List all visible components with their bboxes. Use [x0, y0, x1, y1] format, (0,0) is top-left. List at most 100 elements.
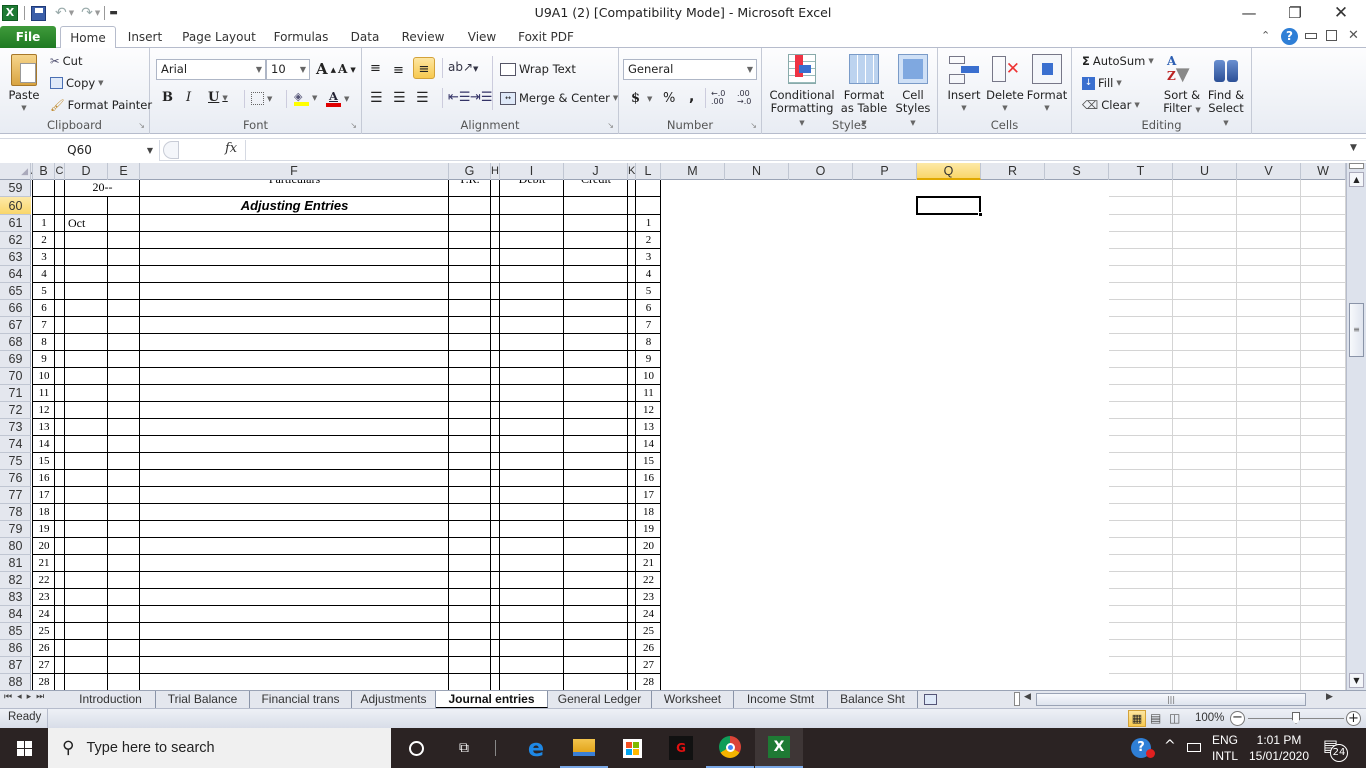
column-header-m[interactable]: M: [661, 163, 725, 180]
row-header-73[interactable]: 73: [0, 419, 31, 436]
column-header-o[interactable]: O: [789, 163, 853, 180]
column-header-r[interactable]: R: [981, 163, 1045, 180]
sheet-tab-balance-sht[interactable]: Balance Sht: [828, 691, 918, 708]
sheet-tab-income-stmt[interactable]: Income Stmt: [734, 691, 828, 708]
increase-indent-icon[interactable]: ⇥☰: [470, 90, 493, 105]
tab-foxit-pdf[interactable]: Foxit PDF: [515, 26, 577, 48]
wrap-text-button[interactable]: Wrap Text: [500, 62, 576, 76]
row-header-81[interactable]: 81: [0, 555, 31, 572]
file-explorer-icon[interactable]: [560, 728, 608, 768]
align-bottom-icon[interactable]: ≡: [413, 57, 435, 79]
tab-insert[interactable]: Insert: [122, 26, 168, 48]
scroll-thumb[interactable]: ≡: [1349, 303, 1364, 357]
tab-review[interactable]: Review: [398, 26, 448, 48]
sheet-tab-adjustments[interactable]: Adjustments: [352, 691, 436, 708]
sheet-tab-general-ledger[interactable]: General Ledger: [548, 691, 652, 708]
sheet-tab-financial-trans[interactable]: Financial trans: [250, 691, 352, 708]
expand-formula-bar-icon[interactable]: ▼: [1350, 143, 1357, 153]
column-header-i[interactable]: I: [500, 163, 564, 180]
battery-icon[interactable]: [1187, 743, 1201, 752]
cut-button[interactable]: ✂ Cut: [50, 54, 82, 68]
tab-page-layout[interactable]: Page Layout: [180, 26, 258, 48]
minimize-ribbon-icon[interactable]: ⌃: [1261, 29, 1270, 42]
clock[interactable]: 1:01 PM 15/01/2020: [1248, 732, 1310, 764]
align-middle-icon[interactable]: ≡: [393, 63, 404, 78]
font-size-combo[interactable]: 10 ▼: [266, 59, 310, 80]
minimize-button[interactable]: —: [1226, 0, 1272, 26]
worksheet-grid[interactable]: 20-- ParticularsP.R. DebitCredit Adjusting …: [31, 180, 1346, 690]
align-top-icon[interactable]: ≡: [370, 61, 381, 76]
row-header-88[interactable]: 88: [0, 674, 31, 691]
zoom-out-icon[interactable]: −: [1230, 711, 1245, 726]
workbook-close-icon[interactable]: ✕: [1348, 28, 1359, 43]
windows-start-button[interactable]: [0, 728, 48, 768]
insert-cells-button[interactable]: Insert ▼: [944, 54, 984, 115]
bold-button[interactable]: B: [162, 90, 173, 105]
scroll-down-icon[interactable]: ▼: [1349, 673, 1364, 688]
scroll-right-icon[interactable]: ▶: [1326, 692, 1333, 702]
column-header-g[interactable]: G: [449, 163, 491, 180]
task-view-icon[interactable]: ⧉: [440, 728, 488, 768]
dialog-launcher-icon[interactable]: ↘: [350, 121, 357, 130]
restore-button[interactable]: ❐: [1272, 0, 1318, 26]
column-header-p[interactable]: P: [853, 163, 917, 180]
zoom-level[interactable]: 100%: [1195, 712, 1224, 724]
column-header-t[interactable]: T: [1109, 163, 1173, 180]
workbook-restore-icon[interactable]: [1326, 30, 1337, 41]
tab-view[interactable]: View: [462, 26, 502, 48]
column-header-n[interactable]: N: [725, 163, 789, 180]
sheet-tab-journal-entries[interactable]: Journal entries: [436, 691, 548, 708]
scroll-left-icon[interactable]: ◀: [1024, 692, 1031, 702]
taskbar-search-box[interactable]: ⚲ Type here to search: [48, 728, 391, 768]
sheet-tab-trial-balance[interactable]: Trial Balance: [156, 691, 250, 708]
language-indicator[interactable]: ENG INTL: [1212, 732, 1238, 764]
edge-browser-icon[interactable]: e: [512, 728, 560, 768]
column-header-j[interactable]: J: [564, 163, 628, 180]
row-header-65[interactable]: 65: [0, 283, 31, 300]
row-header-85[interactable]: 85: [0, 623, 31, 640]
name-box[interactable]: Q60 ▼: [0, 140, 160, 161]
font-color-button[interactable]: A ▼: [326, 90, 349, 107]
select-all-button[interactable]: ◢: [0, 163, 31, 180]
column-header-v[interactable]: V: [1237, 163, 1301, 180]
scroll-up-icon[interactable]: ▲: [1349, 172, 1364, 187]
fill-handle[interactable]: [978, 212, 983, 217]
shrink-font-button[interactable]: A ▼: [338, 62, 356, 76]
row-header-87[interactable]: 87: [0, 657, 31, 674]
row-header-59[interactable]: 59: [0, 180, 31, 197]
format-painter-button[interactable]: 🖌 Format Painter: [50, 98, 152, 112]
decrease-indent-icon[interactable]: ⇤☰: [448, 90, 471, 105]
tab-split-handle[interactable]: [1014, 692, 1020, 706]
dialog-launcher-icon[interactable]: ↘: [607, 121, 614, 130]
borders-button[interactable]: ▼: [251, 92, 272, 105]
sort-filter-button[interactable]: A Z▼ Sort & Filter ▼: [1160, 54, 1204, 117]
zoom-slider-thumb[interactable]: [1292, 712, 1300, 724]
row-header-75[interactable]: 75: [0, 453, 31, 470]
row-header-74[interactable]: 74: [0, 436, 31, 453]
sheet-tab-introduction[interactable]: Introduction: [66, 691, 156, 708]
dialog-launcher-icon[interactable]: ↘: [138, 121, 145, 130]
column-header-b[interactable]: B: [33, 163, 55, 180]
page-layout-view-icon[interactable]: ▤: [1150, 711, 1161, 725]
column-header-d[interactable]: D: [65, 163, 108, 180]
fill-button[interactable]: ↓ Fill ▼: [1082, 76, 1122, 90]
orientation-icon[interactable]: ab↗▼: [448, 60, 478, 74]
normal-view-icon[interactable]: ▦: [1128, 710, 1146, 727]
row-header-86[interactable]: 86: [0, 640, 31, 657]
row-header-78[interactable]: 78: [0, 504, 31, 521]
row-header-60[interactable]: 60: [0, 197, 31, 215]
row-header-62[interactable]: 62: [0, 232, 31, 249]
microsoft-store-icon[interactable]: [608, 728, 656, 768]
column-header-s[interactable]: S: [1045, 163, 1109, 180]
workbook-minimize-icon[interactable]: [1305, 33, 1317, 39]
cortana-icon[interactable]: [392, 728, 440, 768]
row-header-66[interactable]: 66: [0, 300, 31, 317]
tab-data[interactable]: Data: [345, 26, 385, 48]
help-icon[interactable]: ?: [1281, 28, 1298, 45]
font-name-combo[interactable]: Arial ▼: [156, 59, 266, 80]
row-header-82[interactable]: 82: [0, 572, 31, 589]
row-header-68[interactable]: 68: [0, 334, 31, 351]
selected-cell-q60[interactable]: [916, 196, 983, 217]
chevron-down-icon[interactable]: ▼: [147, 140, 153, 161]
insert-function-button[interactable]: fx: [225, 141, 237, 156]
